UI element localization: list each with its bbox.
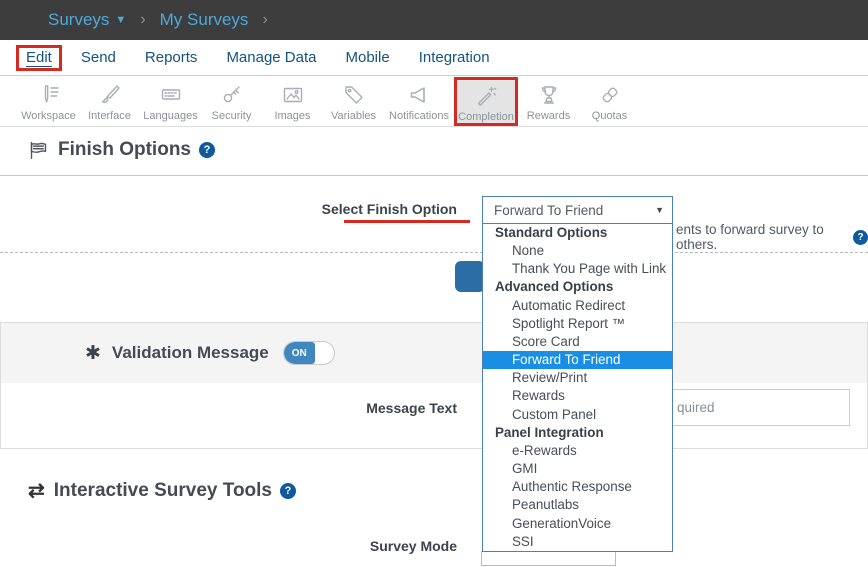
forward-note: ents to forward survey to others. ? xyxy=(676,222,868,252)
quotas-icon xyxy=(597,82,623,108)
dashed-divider xyxy=(0,252,868,253)
validation-message-section: ✱ Validation Message ON xyxy=(0,322,868,449)
tool-label: Security xyxy=(212,110,252,122)
asterisk-icon: ✱ xyxy=(85,342,101,365)
dropdown-group-advanced-options: Advanced Options xyxy=(483,278,672,296)
languages-icon xyxy=(158,82,184,108)
breadcrumb-item-my-surveys[interactable]: My Surveys xyxy=(160,10,249,30)
dropdown-option-forward-to-friend[interactable]: Forward To Friend xyxy=(483,351,672,369)
dropdown-option-rewards[interactable]: Rewards xyxy=(483,387,672,405)
tool-label: Workspace xyxy=(21,110,76,122)
survey-mode-label: Survey Mode xyxy=(200,538,457,554)
save-button-partial[interactable] xyxy=(455,261,485,292)
variables-icon xyxy=(341,82,367,108)
dropdown-group-panel-integration: Panel Integration xyxy=(483,424,672,442)
dropdown-option-gmi[interactable]: GMI xyxy=(483,460,672,478)
page: Surveys ▼ › My Surveys › Edit Send Reports Mana… xyxy=(0,0,868,567)
dropdown-option-generationvoice[interactable]: GenerationVoice xyxy=(483,515,672,533)
tab-manage-data[interactable]: Manage Data xyxy=(226,49,316,66)
forward-note-text: ents to forward survey to others. xyxy=(676,222,845,252)
message-text-value: quired xyxy=(677,400,715,415)
tool-label: Variables xyxy=(331,110,376,122)
forward-note-help-icon[interactable]: ? xyxy=(853,230,868,245)
tool-workspace[interactable]: Workspace xyxy=(18,77,79,126)
rewards-icon xyxy=(536,82,562,108)
dropdown-option-score-card[interactable]: Score Card xyxy=(483,333,672,351)
dropdown-option-peanutlabs[interactable]: Peanutlabs xyxy=(483,496,672,514)
tab-edit[interactable]: Edit xyxy=(26,49,52,66)
finish-option-select[interactable]: Forward To Friend ▼ xyxy=(482,196,673,224)
tool-interface[interactable]: Interface xyxy=(79,77,140,126)
tool-variables[interactable]: Variables xyxy=(323,77,384,126)
red-underline-annotation xyxy=(344,220,470,223)
tool-images[interactable]: Images xyxy=(262,77,323,126)
select-finish-option-label: Select Finish Option xyxy=(200,201,457,217)
validation-toggle[interactable]: ON xyxy=(283,341,335,365)
validation-message-header: ✱ Validation Message ON xyxy=(1,323,867,383)
notifications-icon xyxy=(406,82,432,108)
survey-mode-select[interactable] xyxy=(481,551,616,566)
caret-down-icon: ▼ xyxy=(115,14,126,26)
images-icon xyxy=(280,82,306,108)
workspace-icon xyxy=(36,82,62,108)
flag-icon xyxy=(28,140,49,161)
message-text-label: Message Text xyxy=(200,400,457,416)
finish-options-heading: Finish Options ? xyxy=(28,139,215,161)
interactive-survey-tools-help-icon[interactable]: ? xyxy=(280,483,296,499)
breadcrumb-separator-icon: › xyxy=(262,11,267,29)
toolbar: Workspace Interface Languages Security Image… xyxy=(0,77,868,127)
tool-languages[interactable]: Languages xyxy=(140,77,201,126)
page-title: Finish Options xyxy=(58,139,191,161)
tool-notifications[interactable]: Notifications xyxy=(384,77,454,126)
dropdown-option-thank-you-page-with-link[interactable]: Thank You Page with Link xyxy=(483,260,672,278)
dropdown-option-spotlight-report-[interactable]: Spotlight Report ™ xyxy=(483,315,672,333)
tab-integration[interactable]: Integration xyxy=(419,49,490,66)
tool-label: Quotas xyxy=(592,110,627,122)
finish-options-help-icon[interactable]: ? xyxy=(199,142,215,158)
tool-label: Rewards xyxy=(527,110,570,122)
interactive-survey-tools-title: Interactive Survey Tools xyxy=(54,480,272,502)
dropdown-option-review-print[interactable]: Review/Print xyxy=(483,369,672,387)
tool-security[interactable]: Security xyxy=(201,77,262,126)
red-box-annotation: Edit xyxy=(16,45,62,71)
dropdown-option-automatic-redirect[interactable]: Automatic Redirect xyxy=(483,297,672,315)
dropdown-option-authentic-response[interactable]: Authentic Response xyxy=(483,478,672,496)
tool-label: Images xyxy=(274,110,310,122)
breadcrumb-separator-icon: › xyxy=(140,11,145,29)
tab-reports[interactable]: Reports xyxy=(145,49,198,66)
tool-label: Interface xyxy=(88,110,131,122)
tool-quotas[interactable]: Quotas xyxy=(579,77,640,126)
breadcrumb-item-surveys[interactable]: Surveys xyxy=(48,10,109,30)
interface-icon xyxy=(97,82,123,108)
dropdown-option-none[interactable]: None xyxy=(483,242,672,260)
dropdown-option-custom-panel[interactable]: Custom Panel xyxy=(483,406,672,424)
dropdown-option-e-rewards[interactable]: e-Rewards xyxy=(483,442,672,460)
tool-label: Notifications xyxy=(389,110,449,122)
dropdown-group-standard-options: Standard Options xyxy=(483,224,672,242)
tool-label: Languages xyxy=(143,110,197,122)
chevron-down-icon: ▼ xyxy=(655,205,664,215)
tool-rewards[interactable]: Rewards xyxy=(518,77,579,126)
breadcrumb: Surveys ▼ › My Surveys › xyxy=(0,0,868,40)
tool-label: Completion xyxy=(458,111,514,123)
interactive-survey-tools-heading: ⇄ Interactive Survey Tools ? xyxy=(28,478,296,503)
tab-mobile[interactable]: Mobile xyxy=(346,49,390,66)
menu-bar: Edit Send Reports Manage Data Mobile Integrat… xyxy=(0,40,868,76)
dropdown-option-ssi[interactable]: SSI xyxy=(483,533,672,551)
finish-option-dropdown: Standard OptionsNoneThank You Page with … xyxy=(482,224,673,552)
divider xyxy=(0,175,868,176)
completion-icon xyxy=(473,83,499,109)
finish-option-selected-value: Forward To Friend xyxy=(494,203,655,218)
arrows-icon: ⇄ xyxy=(28,478,45,503)
security-icon xyxy=(219,82,245,108)
validation-message-title: Validation Message xyxy=(112,343,269,363)
validation-toggle-on-label: ON xyxy=(284,342,315,364)
tab-send[interactable]: Send xyxy=(81,49,116,66)
tool-completion[interactable]: Completion xyxy=(454,77,518,126)
